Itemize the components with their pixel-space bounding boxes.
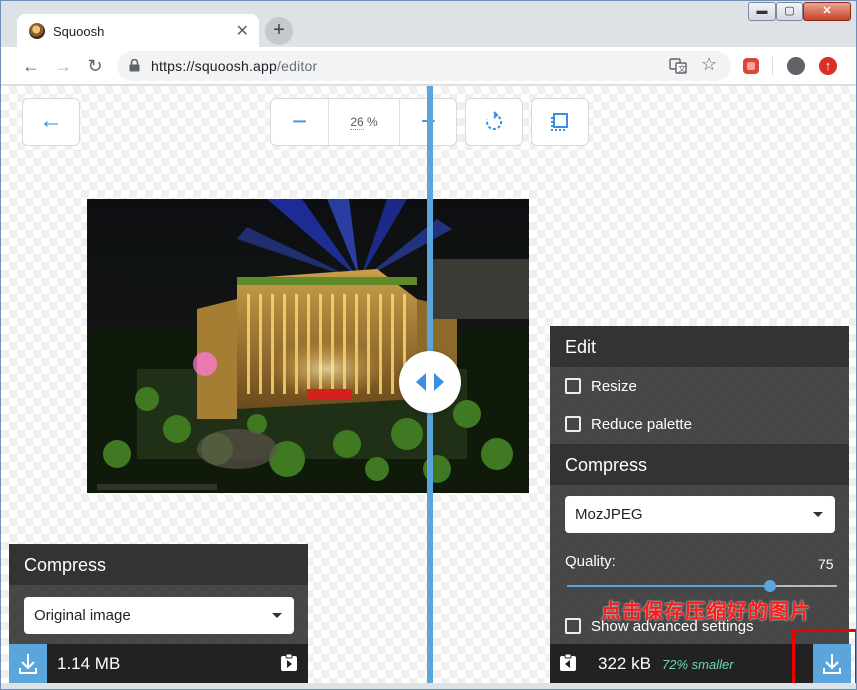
- hotel-night-photo: [87, 199, 529, 493]
- reduce-palette-label: Reduce palette: [591, 416, 692, 433]
- resize-checkbox[interactable]: [565, 378, 581, 394]
- resize-label: Resize: [591, 378, 637, 395]
- right-codec-value: MozJPEG: [575, 506, 643, 523]
- squoosh-favicon-icon: [29, 23, 45, 39]
- url-path: /editor: [277, 58, 318, 74]
- edit-header: Edit: [550, 326, 849, 367]
- divider-handle[interactable]: [399, 351, 461, 413]
- address-bar[interactable]: https://squoosh.app/editor 文 ☆: [117, 51, 731, 81]
- new-tab-button[interactable]: +: [265, 17, 293, 45]
- zoom-out-button[interactable]: −: [271, 99, 328, 145]
- quality-label: Quality:: [565, 553, 616, 570]
- forward-arrow-icon[interactable]: →: [52, 55, 74, 77]
- original-size: 1.14 MB: [57, 654, 121, 673]
- tab-title: Squoosh: [53, 24, 105, 39]
- left-results-bar: 1.14 MB: [9, 644, 308, 683]
- browser-toolbar: ← → ↻ https://squoosh.app/editor 文 ☆ ↑: [1, 47, 856, 85]
- resize-option[interactable]: Resize: [565, 378, 637, 395]
- zoom-value: 26: [350, 115, 364, 130]
- left-compress-header: Compress: [9, 544, 308, 585]
- download-icon: [19, 654, 37, 674]
- background-toggle-icon: [551, 113, 568, 131]
- quality-slider-thumb[interactable]: [763, 580, 776, 592]
- left-right-arrows-icon: [416, 373, 444, 391]
- url-host: https://squoosh.app: [151, 58, 277, 74]
- reduce-palette-option[interactable]: Reduce palette: [565, 416, 692, 433]
- rotate-icon: [486, 111, 503, 130]
- squoosh-viewport: ← − 26 % + Co: [1, 86, 856, 683]
- back-arrow-icon[interactable]: ←: [20, 55, 42, 77]
- tab-close-icon[interactable]: ✕: [236, 21, 249, 41]
- translate-icon[interactable]: 文: [669, 57, 687, 75]
- url-text: https://squoosh.app/editor: [151, 58, 317, 74]
- bookmark-star-icon[interactable]: ☆: [701, 54, 717, 75]
- toolbar-separator: [772, 57, 773, 75]
- compressed-size: 322 kB: [598, 654, 651, 673]
- left-codec-value: Original image: [34, 607, 131, 624]
- close-window-button[interactable]: ✕: [803, 2, 851, 21]
- zoom-level-input[interactable]: 26 %: [328, 99, 400, 145]
- quality-slider-fill: [567, 585, 770, 587]
- size-reduction: 72% smaller: [662, 657, 734, 672]
- advanced-settings-checkbox[interactable]: [565, 618, 581, 634]
- svg-text:文: 文: [678, 64, 686, 74]
- copy-settings-left-icon[interactable]: [558, 653, 578, 673]
- back-arrow-icon: ←: [39, 107, 63, 134]
- back-button[interactable]: ←: [22, 98, 80, 146]
- copy-settings-right-icon[interactable]: [279, 653, 299, 673]
- chevron-down-icon: [813, 512, 823, 517]
- highlight-box: [792, 629, 856, 683]
- background-toggle-button[interactable]: [531, 98, 589, 146]
- profile-avatar-icon[interactable]: [787, 57, 805, 75]
- lock-icon: [129, 59, 140, 72]
- quality-value: 75: [818, 556, 834, 572]
- right-codec-select[interactable]: MozJPEG: [565, 496, 835, 533]
- annotation-text: 点击保存压缩好的图片: [601, 601, 811, 623]
- zoom-unit: %: [363, 115, 378, 129]
- maximize-button[interactable]: ▢: [776, 2, 803, 21]
- update-arrow-icon[interactable]: ↑: [819, 57, 837, 75]
- rotate-button[interactable]: [465, 98, 523, 146]
- tab-strip: Squoosh ✕ + ▬ ▢ ✕: [1, 1, 856, 47]
- minimize-button[interactable]: ▬: [748, 2, 776, 21]
- browser-window: Squoosh ✕ + ▬ ▢ ✕ ← → ↻ https://squoosh.…: [0, 0, 857, 690]
- reduce-palette-checkbox[interactable]: [565, 416, 581, 432]
- extension-icon[interactable]: [742, 57, 760, 75]
- tab-squoosh[interactable]: Squoosh ✕: [17, 14, 259, 47]
- reload-icon[interactable]: ↻: [84, 55, 106, 77]
- left-codec-select[interactable]: Original image: [24, 597, 294, 634]
- left-download-button[interactable]: [9, 644, 47, 683]
- chevron-down-icon: [272, 613, 282, 618]
- preview-image: [87, 199, 529, 493]
- quality-slider[interactable]: [567, 580, 837, 592]
- right-compress-header: Compress: [550, 444, 849, 485]
